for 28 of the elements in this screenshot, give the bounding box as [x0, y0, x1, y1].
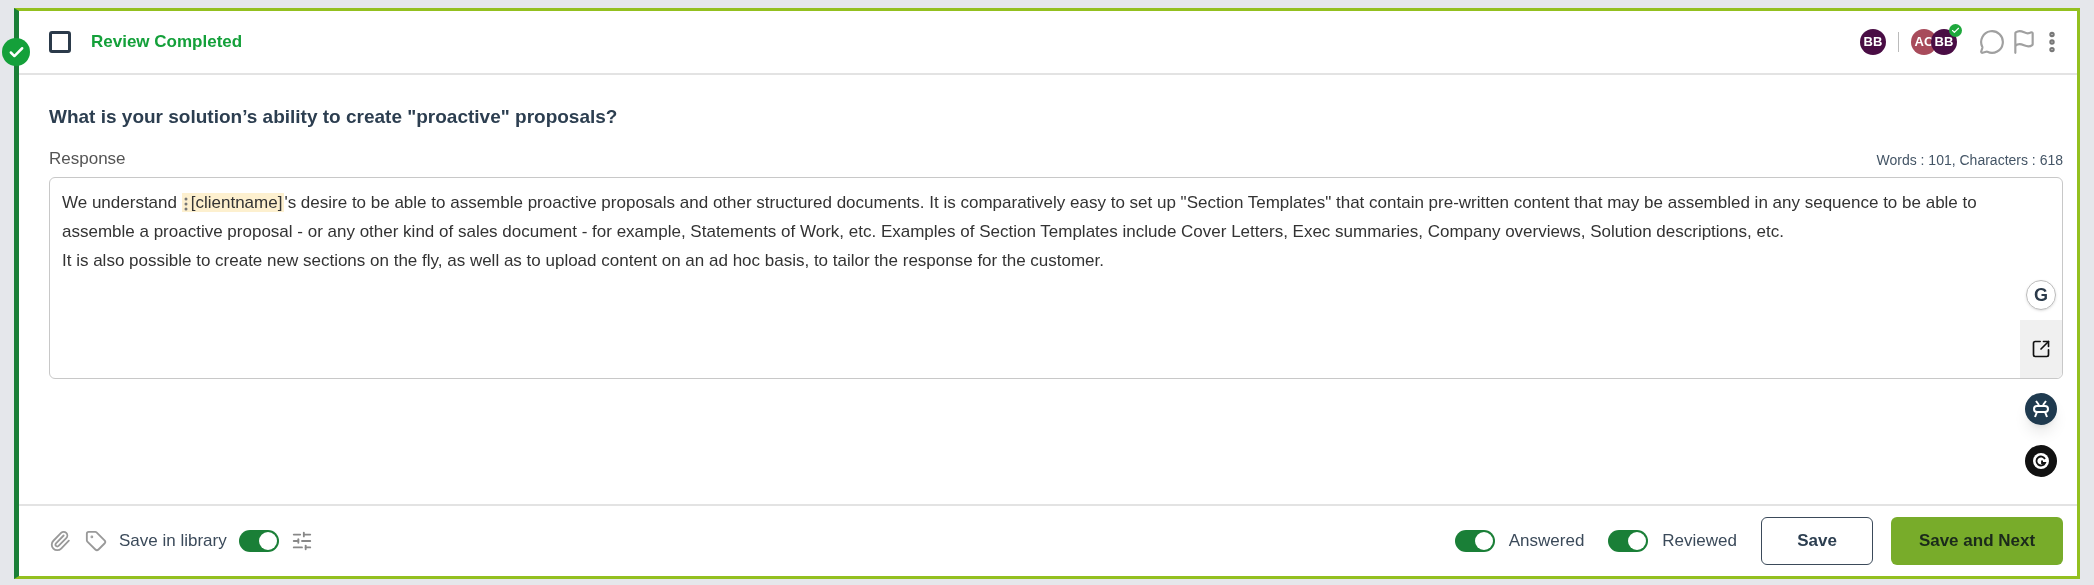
- status-label: Review Completed: [91, 31, 243, 54]
- review-checkbox[interactable]: [49, 31, 71, 53]
- settings-icon[interactable]: [290, 530, 313, 552]
- toggle-switch[interactable]: [238, 530, 279, 552]
- word-count: Words : 101, Characters : 618: [1876, 151, 2063, 170]
- external-link-icon: [2031, 339, 2051, 359]
- question-text: What is your solution’s ability to create "proactive" proposals?: [49, 105, 619, 129]
- save-in-library-label: Save in library: [119, 530, 227, 553]
- response-editor[interactable]: [49, 177, 2063, 379]
- save-and-next-button[interactable]: Save and Next: [1891, 517, 2063, 565]
- toggle-label: Reviewed: [1662, 530, 1737, 553]
- expand-button[interactable]: [2020, 320, 2062, 378]
- add-tag-icon[interactable]: [85, 530, 107, 552]
- avatar[interactable]: BB: [1931, 29, 1957, 55]
- drag-handle-icon[interactable]: [183, 196, 188, 211]
- toggle-switch[interactable]: [1608, 530, 1649, 552]
- save-button[interactable]: Save: [1761, 517, 1873, 565]
- flag-icon[interactable]: [2011, 29, 2037, 55]
- avatar[interactable]: BB: [1860, 29, 1886, 55]
- attach-icon[interactable]: [49, 530, 71, 552]
- response-paragraph: It is also possible to create new sections on the fly, as well as to upload content on an ad hoc basis, to tailor the response for the customer.: [62, 250, 1105, 272]
- comment-icon[interactable]: [1979, 29, 2005, 55]
- toggle-label: Answered: [1508, 530, 1585, 553]
- grammarly-icon[interactable]: [2025, 445, 2057, 477]
- response-paragraph: We understand [clientname]'s desire to be able to assemble proactive proposals and other structured documents. It is comparatively easy to set up "Section Templates" that contain pre-written content that may be assembled in any sequence to be able to assemble a proactive proposal - or any other kind of sales document - for example, Statements of Work, etc. Examples of Section Templates include Cover Letters, Exec summaries, Company overviews, Solution descriptions, etc.: [62, 192, 1978, 243]
- response-label: Response: [49, 147, 126, 170]
- robot-icon[interactable]: [2025, 393, 2057, 425]
- toggle-switch[interactable]: [1454, 530, 1495, 552]
